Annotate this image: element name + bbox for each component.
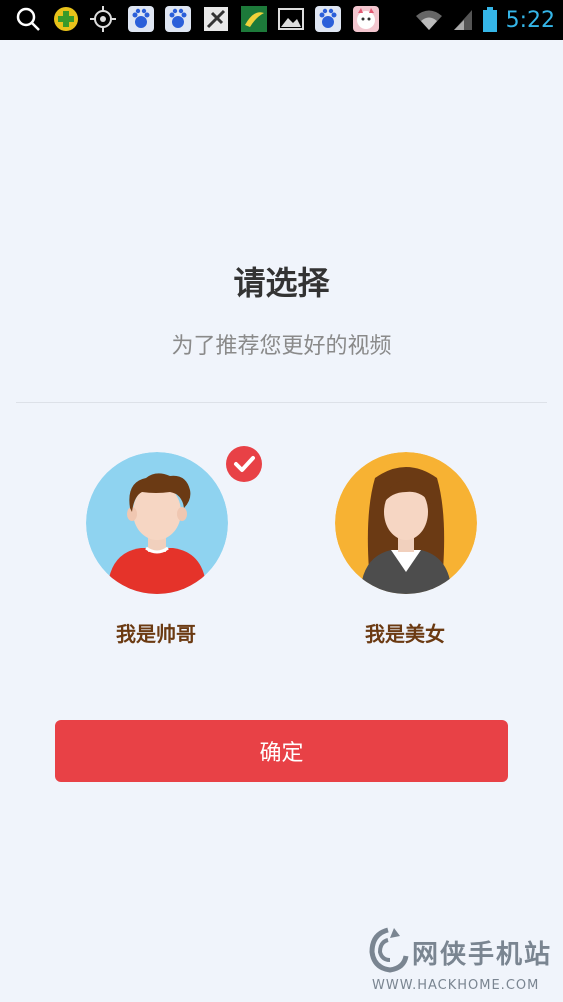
baidu-icon: [165, 6, 191, 32]
wifi-icon: [415, 10, 442, 30]
male-avatar-icon: [86, 452, 228, 594]
option-female[interactable]: 我是美女: [325, 452, 485, 652]
baidu-icon: [128, 6, 154, 32]
usb-debug-icon: [204, 7, 228, 31]
female-avatar-icon: [335, 452, 477, 594]
option-male[interactable]: 我是帅哥: [76, 446, 262, 652]
status-time: 5:22: [505, 7, 555, 33]
status-bar: 5:22: [0, 0, 563, 40]
watermark: 网侠手机站 WWW.HACKHOME.COM: [366, 926, 558, 998]
search-icon: [16, 7, 40, 31]
confirm-button[interactable]: 确定: [55, 720, 508, 782]
page-title: 请选择: [233, 264, 330, 302]
selected-check-icon: [226, 446, 262, 482]
watermark-text: 网侠手机站: [412, 940, 553, 970]
divider: [16, 402, 547, 403]
image-icon: [278, 8, 304, 30]
plus-app-icon: [54, 7, 78, 31]
signal-icon: [453, 10, 472, 30]
battery-icon: [482, 7, 497, 32]
baidu-icon: [315, 6, 341, 32]
watermark-logo-icon: [369, 927, 409, 973]
option-female-label: 我是美女: [365, 622, 445, 646]
gps-icon: [90, 6, 116, 32]
app-notification-icon: [241, 6, 267, 32]
watermark-url: WWW.HACKHOME.COM: [372, 978, 540, 993]
option-male-label: 我是帅哥: [116, 622, 196, 646]
cat-app-icon: [353, 6, 379, 32]
page-subtitle: 为了推荐您更好的视频: [171, 334, 392, 359]
